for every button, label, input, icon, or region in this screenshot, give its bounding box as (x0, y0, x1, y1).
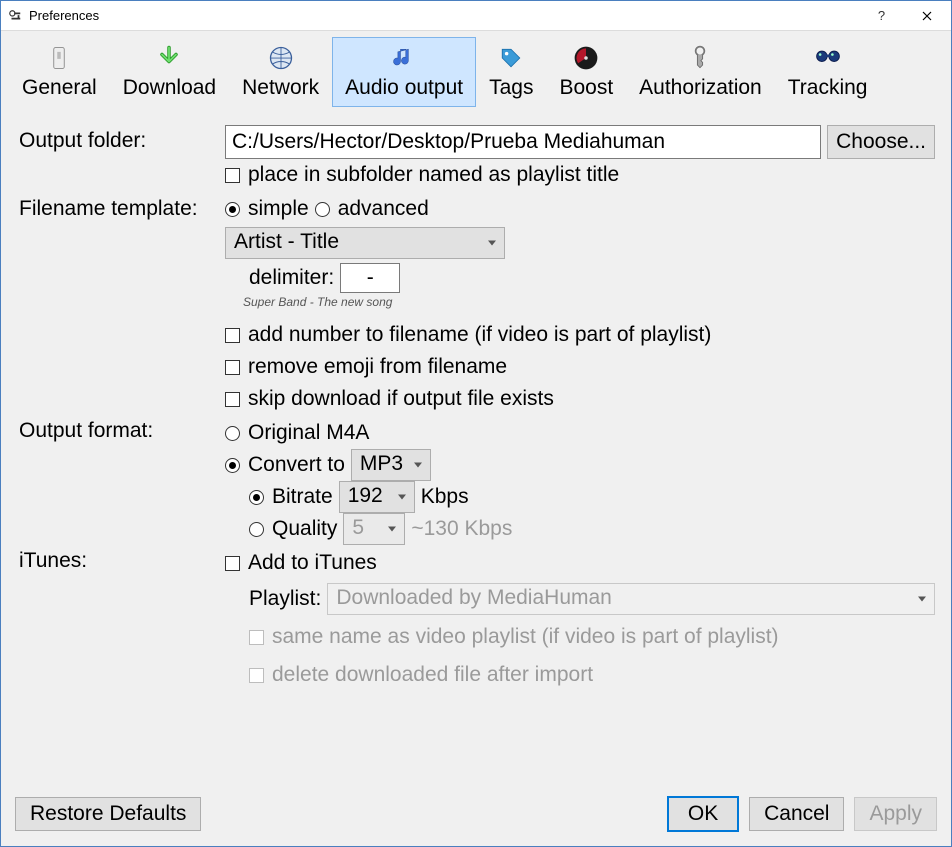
delimiter-input[interactable] (340, 263, 400, 293)
app-icon (7, 8, 23, 24)
preferences-window: Preferences ? General Download Network (0, 0, 952, 847)
tab-label: Tags (489, 76, 533, 100)
quality-select: 5 (343, 513, 405, 545)
checkbox-label: same name as video playlist (if video is… (272, 625, 779, 649)
tab-label: Authorization (639, 76, 762, 100)
template-value: Artist - Title (234, 230, 339, 253)
ok-button[interactable]: OK (667, 796, 739, 832)
template-advanced-radio[interactable]: advanced (315, 197, 429, 221)
tab-audio-output[interactable]: Audio output (332, 37, 476, 107)
tab-general[interactable]: General (9, 37, 110, 107)
bitrate-unit: Kbps (421, 485, 469, 509)
footer: Restore Defaults OK Cancel Apply (1, 788, 951, 846)
tab-label: Boost (559, 76, 613, 100)
output-folder-label: Output folder: (19, 125, 219, 153)
add-to-itunes-checkbox[interactable]: Add to iTunes (225, 551, 377, 575)
restore-defaults-button[interactable]: Restore Defaults (15, 797, 201, 831)
format-original-radio[interactable]: Original M4A (225, 421, 369, 445)
tab-label: Audio output (345, 76, 463, 100)
output-folder-input[interactable] (225, 125, 821, 159)
tab-network[interactable]: Network (229, 37, 332, 107)
content-area: Output folder: Choose... place in subfol… (1, 107, 951, 788)
template-example: Super Band - The new song (243, 295, 935, 309)
general-icon (43, 42, 75, 74)
subfolder-label: place in subfolder named as playlist tit… (248, 163, 619, 187)
download-icon (153, 42, 185, 74)
tab-tags[interactable]: Tags (476, 37, 546, 107)
format-value: MP3 (360, 452, 403, 475)
tracking-icon (812, 42, 844, 74)
bitrate-radio[interactable]: Bitrate (249, 485, 333, 509)
checkbox-label: Add to iTunes (248, 551, 377, 575)
checkbox-label: skip download if output file exists (248, 387, 554, 411)
playlist-select: Downloaded by MediaHuman (327, 583, 935, 615)
radio-label: Quality (272, 517, 337, 541)
audio-output-icon (388, 42, 420, 74)
radio-label: advanced (338, 197, 429, 221)
template-select[interactable]: Artist - Title (225, 227, 505, 259)
tab-authorization[interactable]: Authorization (626, 37, 775, 107)
delete-after-import-checkbox: delete downloaded file after import (249, 663, 593, 687)
bitrate-value: 192 (348, 484, 383, 507)
template-simple-radio[interactable]: simple (225, 197, 309, 221)
titlebar: Preferences ? (1, 1, 951, 31)
tab-boost[interactable]: Boost (546, 37, 626, 107)
same-name-checkbox: same name as video playlist (if video is… (249, 625, 779, 649)
itunes-label: iTunes: (19, 547, 219, 573)
checkbox-label: delete downloaded file after import (272, 663, 593, 687)
playlist-value: Downloaded by MediaHuman (336, 586, 612, 609)
format-convert-radio[interactable]: Convert to (225, 453, 345, 477)
authorization-icon (684, 42, 716, 74)
tab-label: Tracking (788, 76, 868, 100)
window-title: Preferences (29, 8, 859, 23)
help-button[interactable]: ? (859, 2, 904, 30)
checkbox-label: add number to filename (if video is part… (248, 323, 711, 347)
radio-label: Original M4A (248, 421, 369, 445)
quality-estimate: ~130 Kbps (411, 517, 512, 541)
tags-icon (495, 42, 527, 74)
delimiter-label: delimiter: (249, 266, 334, 290)
tab-label: Network (242, 76, 319, 100)
quality-value: 5 (352, 516, 364, 539)
radio-label: Bitrate (272, 485, 333, 509)
tabbar: General Download Network Audio output Ta… (1, 31, 951, 107)
network-icon (265, 42, 297, 74)
remove-emoji-checkbox[interactable]: remove emoji from filename (225, 355, 507, 379)
convert-format-select[interactable]: MP3 (351, 449, 431, 481)
output-format-label: Output format: (19, 417, 219, 443)
quality-radio[interactable]: Quality (249, 517, 337, 541)
close-button[interactable] (904, 2, 949, 30)
radio-label: simple (248, 197, 309, 221)
subfolder-checkbox[interactable]: place in subfolder named as playlist tit… (225, 163, 619, 187)
filename-template-label: Filename template: (19, 193, 219, 221)
boost-icon (570, 42, 602, 74)
tab-download[interactable]: Download (110, 37, 229, 107)
bitrate-select[interactable]: 192 (339, 481, 415, 513)
tab-tracking[interactable]: Tracking (775, 37, 881, 107)
add-number-checkbox[interactable]: add number to filename (if video is part… (225, 323, 711, 347)
apply-button: Apply (854, 797, 937, 831)
playlist-label: Playlist: (249, 587, 321, 611)
cancel-button[interactable]: Cancel (749, 797, 844, 831)
choose-folder-button[interactable]: Choose... (827, 125, 935, 159)
radio-label: Convert to (248, 453, 345, 477)
skip-exists-checkbox[interactable]: skip download if output file exists (225, 387, 554, 411)
checkbox-label: remove emoji from filename (248, 355, 507, 379)
tab-label: Download (123, 76, 216, 100)
tab-label: General (22, 76, 97, 100)
